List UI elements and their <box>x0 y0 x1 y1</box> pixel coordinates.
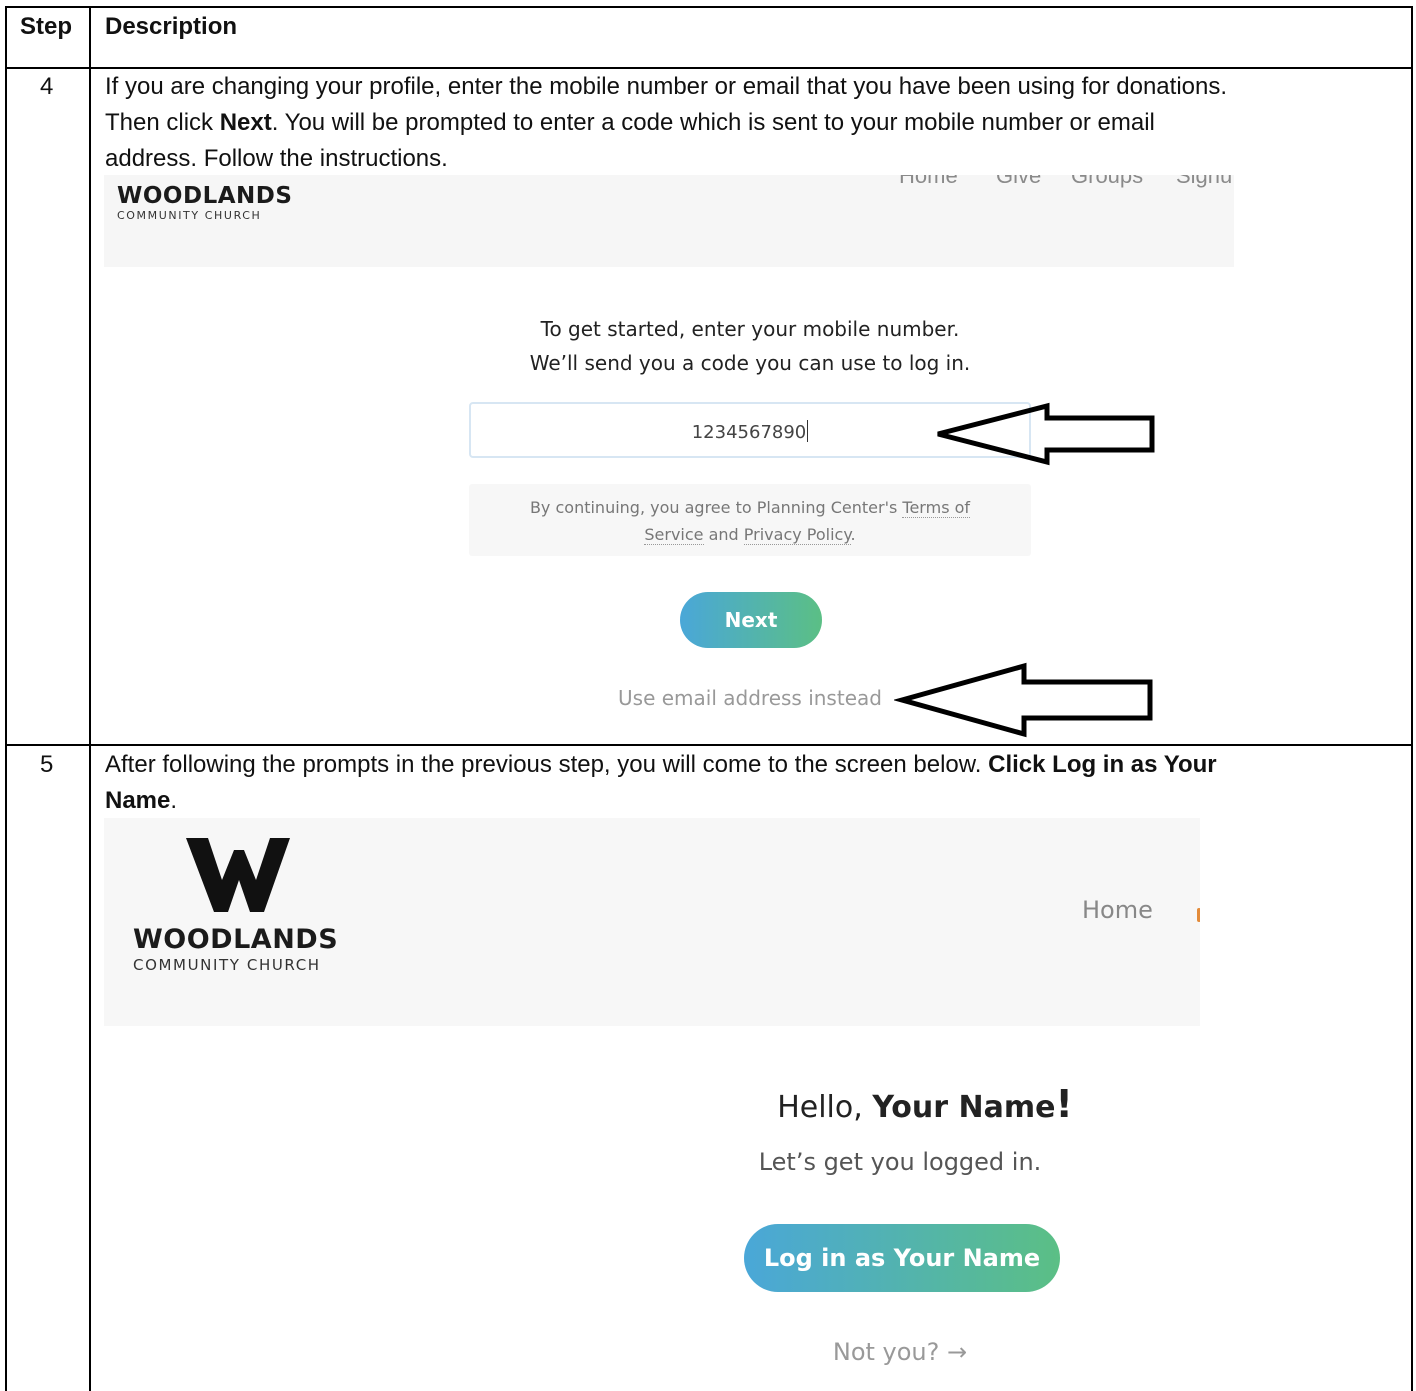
arrow-pointer-icon <box>937 402 1155 466</box>
not-you-link[interactable]: Not you? → <box>800 1338 1000 1366</box>
terms-notice: By continuing, you agree to Planning Cen… <box>469 484 1031 556</box>
logo-subtitle: COMMUNITY CHURCH <box>117 209 262 222</box>
next-button[interactable]: Next <box>680 592 822 648</box>
greeting-heading: Hello, Your Name! <box>777 1082 1073 1126</box>
user-name: Your Name <box>872 1090 1056 1125</box>
privacy-link[interactable]: Privacy Policy <box>743 525 851 545</box>
step4-line2: Then click Next. You will be prompted to… <box>105 109 1155 136</box>
table-column-divider <box>89 6 91 1391</box>
logo-wordmark: WOODLANDS <box>117 183 293 209</box>
step4-description: If you are changing your profile, enter … <box>105 69 1395 177</box>
login-emphasis: Click Log in as Your <box>988 751 1217 778</box>
prompt-line-2: We’ll send you a code you can use to log… <box>529 351 971 375</box>
next-emphasis: Next <box>219 109 272 136</box>
nav-item-signup[interactable]: Signu <box>1176 175 1232 189</box>
prompt-line-1: To get started, enter your mobile number… <box>540 317 960 341</box>
arrow-right-icon: → <box>947 1338 968 1366</box>
step4-line3: address. Follow the instructions. <box>105 145 448 172</box>
nav-item-partial <box>1197 908 1200 922</box>
text-caret <box>807 420 809 442</box>
step-number: 4 <box>40 73 54 100</box>
step-number: 5 <box>40 751 54 778</box>
step5-line2: Name. <box>105 787 178 814</box>
nav-item-give[interactable]: Give <box>996 175 1041 189</box>
screenshot2-header: WOODLANDS COMMUNITY CHURCH Home <box>104 818 1200 1026</box>
table-border-right <box>1411 6 1413 1391</box>
table-row-divider-step4 <box>5 744 1412 746</box>
nav-item-home[interactable]: Home <box>1082 896 1153 924</box>
step5-line1: After following the prompts in the previ… <box>105 751 1217 778</box>
login-subtitle: Let’s get you logged in. <box>758 1148 1042 1176</box>
logo-wordmark: WOODLANDS <box>133 924 339 955</box>
screenshot1-header: WOODLANDS COMMUNITY CHURCH Home Give Gro… <box>104 175 1234 267</box>
arrow-pointer-icon <box>894 662 1153 738</box>
terms-link-cont[interactable]: Service <box>644 525 704 545</box>
login-as-user-button[interactable]: Log in as Your Name <box>744 1224 1060 1292</box>
step4-line1: If you are changing your profile, enter … <box>105 73 1228 100</box>
terms-link[interactable]: Terms of <box>902 498 971 518</box>
table-border-left <box>5 6 7 1391</box>
use-email-link[interactable]: Use email address instead <box>600 686 900 710</box>
logo-subtitle: COMMUNITY CHURCH <box>133 956 321 974</box>
header-description: Description <box>105 13 238 40</box>
header-step: Step <box>20 13 73 40</box>
woodlands-w-logo-icon <box>186 838 290 912</box>
step5-description: After following the prompts in the previ… <box>105 747 1395 819</box>
table-border-top <box>5 6 1412 8</box>
nav-item-home[interactable]: Home <box>899 175 958 189</box>
nav-item-groups[interactable]: Groups <box>1071 175 1143 189</box>
mobile-number-value: 1234567890 <box>691 422 807 443</box>
